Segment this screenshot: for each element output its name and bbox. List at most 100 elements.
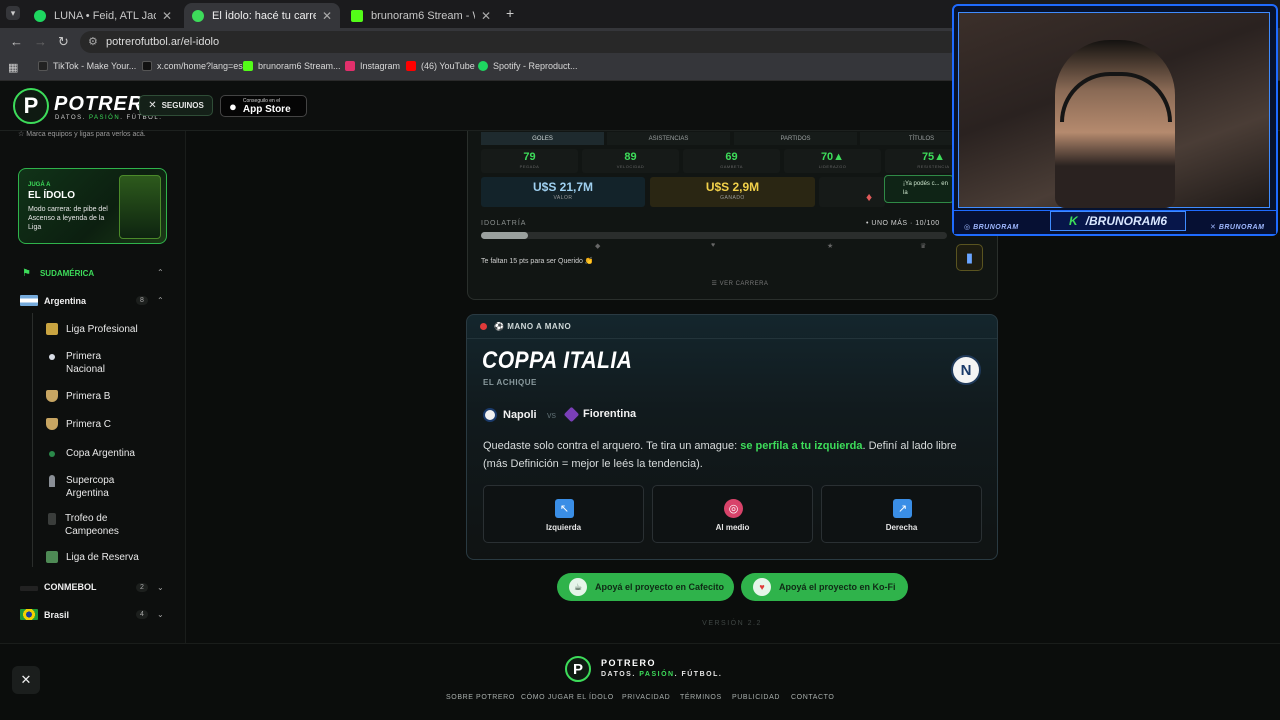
footer-link-sobre[interactable]: SOBRE POTRERO (446, 694, 515, 701)
apple-icon: ● (229, 98, 237, 114)
promo-kicker: JUGÁ A (28, 182, 51, 188)
league-label: Primera C (66, 419, 112, 430)
follow-x-button[interactable]: ✕ SEGUINOS (139, 95, 213, 116)
spotify-icon (478, 61, 488, 71)
trash-icon[interactable]: ▮ (956, 244, 983, 271)
cafecito-button[interactable]: ☕ Apoyá el proyecto en Cafecito (557, 573, 734, 601)
country-label: Brasil (44, 609, 70, 620)
extra-box (819, 177, 885, 207)
sidebar-item-primera-c[interactable]: Primera C (46, 418, 111, 431)
footer-link-terminos[interactable]: TÉRMINOS (680, 694, 722, 701)
chevron-down-icon[interactable]: ⌄ (157, 583, 164, 592)
attribute-liderazgo-value: 70▲ (820, 151, 845, 163)
bookmark-label: TikTok - Make Your... (53, 61, 137, 71)
choice-izquierda-button[interactable]: ↖ Izquierda (483, 485, 644, 543)
chevron-down-icon[interactable]: ⌄ (157, 610, 164, 619)
medal-icon: ♦ (866, 190, 873, 204)
ver-carrera-button[interactable]: ☰ VER CARRERA (700, 280, 780, 287)
live-dot-icon (480, 323, 487, 330)
instagram-icon: ◎ (964, 224, 974, 231)
attribute-label: GAMBETA (720, 164, 743, 169)
new-tab-button[interactable]: + (506, 5, 514, 21)
match-phase: EL ACHIQUE (483, 378, 537, 387)
sidebar-item-liga-profesional[interactable]: Liga Profesional (46, 323, 138, 336)
napoli-crest-icon (483, 408, 497, 422)
back-icon[interactable]: ← (10, 34, 23, 49)
sidebar-item-primera-b[interactable]: Primera B (46, 390, 110, 403)
ball-icon (49, 354, 55, 360)
sidebar-item-liga-de-reserva[interactable]: Liga de Reserva (46, 551, 139, 564)
idolatria-hint: Te faltan 15 pts para ser Querido 👏 (481, 258, 594, 265)
footer-link-privacidad[interactable]: PRIVACIDAD (622, 694, 670, 701)
country-label: CONMEBOL (44, 582, 97, 592)
tab-el-idolo[interactable]: El Ídolo: hacé tu carrera en la Li ✕ (184, 3, 340, 28)
apps-grid-icon[interactable]: ▦ (8, 61, 18, 74)
bookmark-spotify[interactable]: Spotify - Reproduct... (478, 61, 578, 71)
footer-link-como-jugar[interactable]: CÓMO JUGAR EL ÍDOLO (521, 694, 614, 701)
chevron-up-icon[interactable]: ⌃ (157, 296, 164, 305)
narration-highlight: se perfila a tu izquierda (740, 440, 863, 452)
x-icon[interactable]: ✕ (12, 666, 40, 694)
app-store-button[interactable]: ● Conseguilo en el App Store (220, 95, 307, 117)
home-team: Napoli (483, 408, 537, 422)
bookmark-x[interactable]: x.com/home?lang=es (142, 61, 243, 71)
sidebar-item-argentina[interactable]: Argentina (20, 295, 86, 306)
choice-al-medio-button[interactable]: ◎ Al medio (652, 485, 813, 543)
kick-channel-name: K/BRUNORAM6 (1050, 211, 1186, 231)
section-label: SUDAMÉRICA (39, 269, 95, 278)
spotify-icon (34, 9, 46, 22)
crown-icon: ♛ (920, 243, 927, 250)
footer-link-publicidad[interactable]: PUBLICIDAD (732, 694, 780, 701)
star-icon: ★ (827, 243, 834, 250)
sidebar-item-primera-nacional[interactable]: Primera Nacional (46, 350, 136, 376)
url-field[interactable]: ⚙ potrerofutbol.ar/el-idolo (80, 31, 960, 53)
sidebar-item-conmebol[interactable]: CONMEBOL (20, 582, 97, 592)
site-info-icon[interactable]: ⚙ (88, 35, 98, 48)
close-icon[interactable]: ✕ (322, 9, 332, 23)
fiorentina-crest-icon (563, 406, 580, 422)
close-icon[interactable]: ✕ (162, 9, 172, 23)
tab-spotify[interactable]: LUNA • Feid, ATL Jacob ✕ (26, 3, 180, 28)
sidebar-item-supercopa-argentina[interactable]: Supercopa Argentina (46, 474, 136, 500)
sidebar-item-brasil[interactable]: Brasil (20, 609, 69, 620)
bookmark-kick[interactable]: brunoram6 Stream... (243, 61, 341, 71)
tab-search-icon[interactable]: ▾ (6, 6, 20, 20)
shield-icon (46, 418, 58, 430)
chevron-up-icon[interactable]: ⌃ (157, 268, 164, 277)
cup-icon (49, 451, 55, 457)
footer-logo[interactable]: P (565, 656, 591, 682)
tagline-part: . FÚTBOL. (674, 671, 723, 678)
potrero-logo[interactable]: P (13, 88, 49, 124)
bookmark-youtube[interactable]: (46) YouTube (406, 61, 475, 71)
bookmark-tiktok[interactable]: TikTok - Make Your... (38, 61, 136, 71)
el-idolo-promo-card[interactable]: JUGÁ A EL ÍDOLO Modo carrera: de pibe de… (18, 168, 167, 244)
url-text: potrerofutbol.ar/el-idolo (106, 36, 220, 48)
close-icon[interactable]: ✕ (481, 9, 491, 23)
ball-icon: ⚽ (494, 322, 508, 331)
kofi-button[interactable]: ♥ Apoyá el proyecto en Ko-Fi (741, 573, 908, 601)
app-store-text: Conseguilo en el App Store (243, 98, 291, 115)
choice-derecha-button[interactable]: ↗ Derecha (821, 485, 982, 543)
footer-link-contacto[interactable]: CONTACTO (791, 694, 834, 701)
bookmark-label: x.com/home?lang=es (157, 61, 243, 71)
channel-name-text: /BRUNORAM6 (1085, 214, 1167, 228)
ya-podes-banner[interactable]: ¡Ya podés c... en la (884, 175, 954, 203)
tab-partidos[interactable]: PARTIDOS (734, 132, 857, 145)
tab-kick-stream[interactable]: brunoram6 Stream - Watch Live ✕ (343, 3, 499, 28)
forward-icon[interactable]: → (34, 34, 47, 49)
sidebar-item-copa-argentina[interactable]: Copa Argentina (46, 447, 135, 460)
tab-asistencias[interactable]: ASISTENCIAS (607, 132, 730, 145)
sidebar-item-trofeo-de-campeones[interactable]: Trofeo de Campeones (46, 512, 135, 538)
tab-goles[interactable]: GOLES (481, 132, 604, 145)
section-sudamerica[interactable]: ⚑ SUDAMÉRICA (22, 268, 94, 279)
favorites-hint: ☆ Marca equipos y ligas para verlos acá. (18, 130, 168, 140)
reload-icon[interactable]: ↻ (58, 34, 69, 50)
count-badge: 4 (136, 610, 148, 619)
bookmark-label: brunoram6 Stream... (258, 61, 341, 71)
instagram-handle: ◎ BRUNORAM (964, 223, 1019, 231)
bookmark-instagram[interactable]: Instagram (345, 61, 400, 71)
x-handle: ✕ BRUNORAM (1210, 223, 1264, 231)
star-icon: ☆ (18, 131, 27, 138)
idolatria-progress-track (481, 232, 947, 239)
version-label: VERSIÓN 2.2 (702, 620, 762, 627)
